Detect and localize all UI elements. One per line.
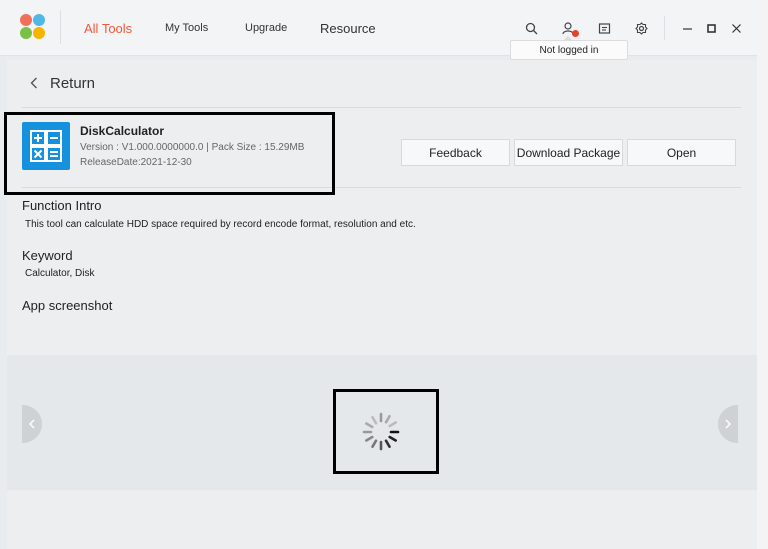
top-bar: All Tools My Tools Upgrade Resource — [0, 0, 768, 56]
nav-all-tools[interactable]: All Tools — [84, 0, 132, 56]
highlight-box — [4, 112, 335, 195]
scrollbar[interactable] — [757, 0, 768, 549]
feedback-button[interactable]: Feedback — [401, 139, 510, 166]
open-button[interactable]: Open — [627, 139, 736, 166]
function-intro-title: Function Intro — [22, 198, 102, 213]
divider — [22, 107, 741, 108]
keyword-title: Keyword — [22, 248, 73, 263]
gear-icon[interactable] — [633, 20, 649, 36]
maximize-icon[interactable] — [703, 19, 719, 37]
user-icon[interactable] — [560, 20, 579, 37]
keyword-text: Calculator, Disk — [25, 268, 95, 279]
divider — [60, 10, 61, 44]
minimize-icon[interactable] — [679, 19, 695, 37]
chevron-left-icon — [30, 76, 38, 92]
search-icon[interactable] — [523, 20, 539, 36]
login-tooltip: Not logged in — [510, 36, 628, 60]
download-package-button[interactable]: Download Package — [514, 139, 623, 166]
function-intro-text: This tool can calculate HDD space requir… — [25, 219, 416, 230]
return-label: Return — [50, 75, 96, 92]
notification-dot — [572, 30, 579, 37]
nav-my-tools[interactable]: My Tools — [165, 0, 208, 56]
nav-resource[interactable]: Resource — [320, 0, 376, 56]
app-screenshot-title: App screenshot — [22, 298, 113, 313]
close-icon[interactable] — [728, 19, 744, 37]
divider — [664, 16, 665, 40]
notes-icon[interactable] — [596, 20, 612, 36]
return-link[interactable]: Return — [30, 75, 95, 92]
app-logo[interactable] — [20, 14, 46, 40]
highlight-box — [333, 389, 439, 474]
nav-upgrade[interactable]: Upgrade — [245, 0, 287, 56]
